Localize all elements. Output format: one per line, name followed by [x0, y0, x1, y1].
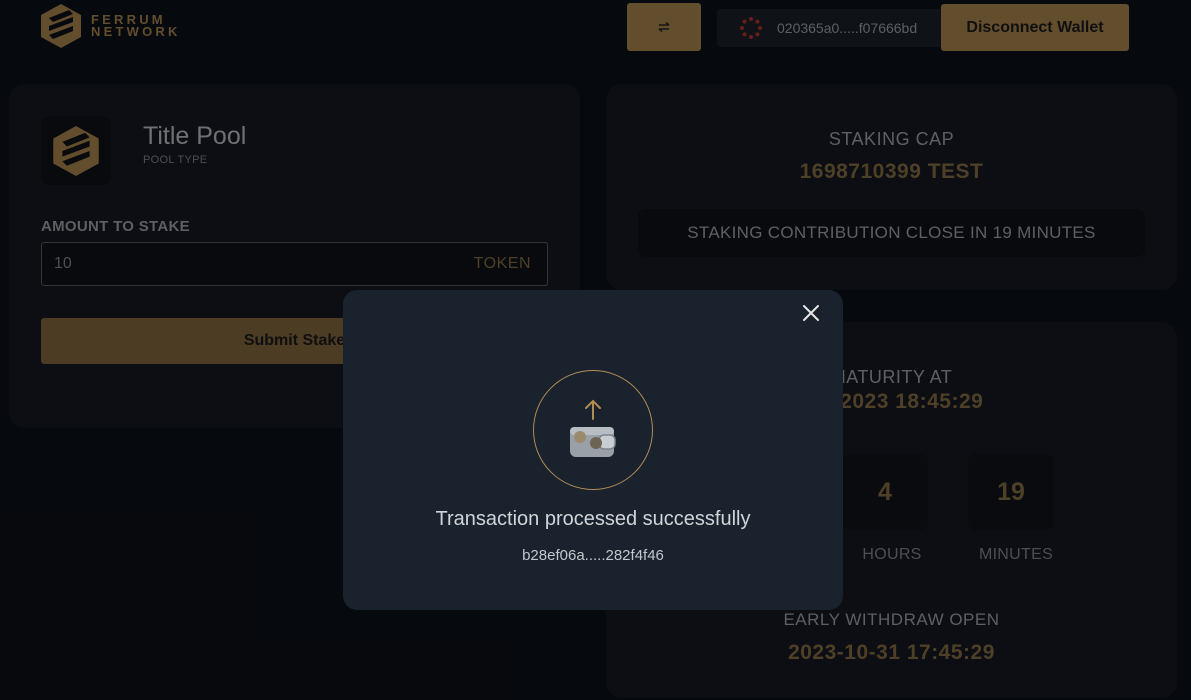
close-icon — [803, 305, 819, 321]
success-message: Transaction processed successfully — [435, 508, 751, 530]
close-modal-button[interactable] — [800, 302, 822, 324]
transaction-success-modal: Transaction processed successfully b28ef… — [343, 290, 843, 610]
transaction-hash[interactable]: b28ef06a.....282f4f46 — [343, 547, 843, 564]
wallet-send-icon — [570, 399, 616, 457]
wallet-upload-badge — [533, 370, 653, 490]
